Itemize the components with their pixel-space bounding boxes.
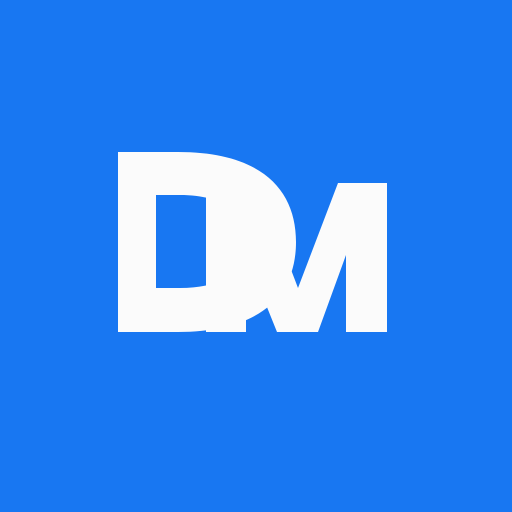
dm-logo-icon bbox=[118, 152, 387, 332]
letter-m-shape bbox=[206, 183, 387, 332]
app-icon-tile bbox=[0, 0, 512, 512]
